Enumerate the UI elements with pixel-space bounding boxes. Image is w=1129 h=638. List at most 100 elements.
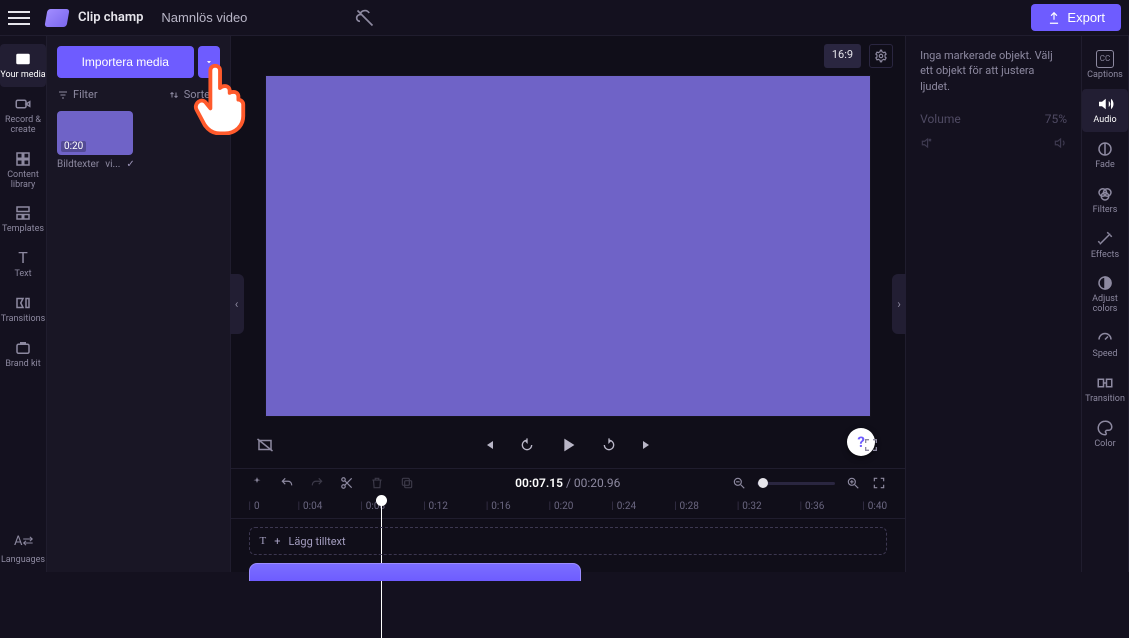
export-label: Export bbox=[1067, 10, 1105, 25]
undo-icon bbox=[280, 476, 294, 490]
import-media-button[interactable]: Importera media bbox=[57, 46, 194, 78]
zoom-out-icon bbox=[732, 476, 746, 490]
step-back-icon bbox=[519, 437, 535, 453]
templates-icon bbox=[14, 204, 32, 222]
filter-icon bbox=[57, 89, 69, 101]
video-clip[interactable] bbox=[249, 563, 581, 581]
skip-start-icon bbox=[481, 437, 497, 453]
zoom-out-button[interactable] bbox=[731, 475, 747, 491]
nav-audio[interactable]: Audio bbox=[1082, 89, 1128, 132]
nav-label: Color bbox=[1094, 440, 1115, 450]
thumbnail-name: Bildtexter bbox=[57, 159, 99, 170]
nav-text[interactable]: T Text bbox=[0, 243, 46, 286]
nav-filters[interactable]: Filters bbox=[1082, 179, 1128, 222]
nav-label: Audio bbox=[1093, 116, 1116, 126]
filter-label: Filter bbox=[73, 88, 98, 101]
split-button[interactable] bbox=[339, 475, 355, 491]
ruler-tick: 0 bbox=[249, 501, 260, 512]
nav-languages[interactable]: A⇄ Languages bbox=[0, 529, 46, 572]
project-title-input[interactable] bbox=[153, 6, 345, 29]
media-thumbnail[interactable]: 0:20 Bildtexter vi... ✓ bbox=[57, 111, 133, 170]
step-fwd-icon bbox=[601, 437, 617, 453]
brand-name: Clip champ bbox=[78, 10, 143, 25]
menu-button[interactable] bbox=[8, 7, 30, 29]
play-icon bbox=[557, 434, 579, 456]
duplicate-button[interactable] bbox=[399, 475, 415, 491]
duration: 00:20.96 bbox=[574, 476, 621, 490]
step-back-button[interactable] bbox=[517, 435, 537, 455]
ruler-tick: 0:28 bbox=[674, 501, 699, 512]
sort-label: Sortera bbox=[184, 88, 220, 101]
nav-label: Templates bbox=[2, 225, 44, 235]
fullscreen-icon bbox=[863, 437, 879, 453]
nav-record-create[interactable]: Record & create bbox=[0, 89, 46, 142]
volume-label: Volume bbox=[920, 112, 961, 126]
nav-label: Record & create bbox=[0, 116, 46, 136]
nav-adjust-colors[interactable]: Adjust colors bbox=[1082, 268, 1128, 321]
zoom-in-button[interactable] bbox=[845, 475, 861, 491]
skip-end-icon bbox=[639, 437, 655, 453]
nav-your-media[interactable]: Your media bbox=[0, 44, 46, 87]
preview-canvas[interactable] bbox=[266, 76, 870, 416]
media-panel: Importera media Filter Sortera 0:20 Bild… bbox=[47, 36, 231, 572]
filters-icon bbox=[1096, 185, 1114, 203]
fullscreen-button[interactable] bbox=[861, 435, 881, 455]
step-forward-button[interactable] bbox=[599, 435, 619, 455]
nav-label: Your media bbox=[0, 71, 45, 81]
ruler-tick: 0:20 bbox=[549, 501, 574, 512]
delete-button[interactable] bbox=[369, 475, 385, 491]
filter-button[interactable]: Filter bbox=[57, 88, 98, 101]
nav-label: Captions bbox=[1087, 71, 1123, 81]
skip-start-button[interactable] bbox=[479, 435, 499, 455]
safezone-icon bbox=[256, 436, 274, 454]
nav-transitions[interactable]: Transitions bbox=[0, 288, 46, 331]
transition-icon bbox=[14, 294, 32, 312]
nav-templates[interactable]: Templates bbox=[0, 198, 46, 241]
zoom-slider[interactable] bbox=[757, 482, 835, 485]
nav-brand-kit[interactable]: Brand kit bbox=[0, 333, 46, 376]
nav-label: Transitions bbox=[1, 315, 46, 325]
aspect-ratio-selector[interactable]: 16:9 bbox=[824, 44, 861, 68]
collapse-right-panel[interactable]: › bbox=[892, 274, 906, 334]
sort-button[interactable]: Sortera bbox=[168, 88, 220, 101]
timecode: 00:07.15 / 00:20.96 bbox=[515, 476, 620, 490]
fade-icon bbox=[1096, 140, 1114, 158]
nav-transition[interactable]: Transition bbox=[1082, 368, 1128, 411]
import-dropdown-button[interactable] bbox=[198, 46, 220, 78]
zoom-fit-button[interactable] bbox=[871, 475, 887, 491]
nav-captions[interactable]: CC Captions bbox=[1082, 44, 1128, 87]
add-text-track[interactable]: T + Lägg tilltext bbox=[249, 527, 888, 555]
nav-label: Adjust colors bbox=[1082, 295, 1128, 315]
nav-label: Text bbox=[14, 270, 31, 280]
nav-content-library[interactable]: Content library bbox=[0, 144, 46, 197]
ruler-tick: 0:32 bbox=[737, 501, 762, 512]
export-button[interactable]: Export bbox=[1031, 4, 1121, 31]
thumbnail-duration: 0:20 bbox=[61, 141, 86, 152]
nav-label: Fade bbox=[1095, 161, 1115, 171]
ruler-tick: 0:24 bbox=[611, 501, 636, 512]
upload-icon bbox=[1047, 11, 1061, 25]
app-logo bbox=[44, 9, 69, 27]
safezone-toggle[interactable] bbox=[255, 435, 275, 455]
palette-icon bbox=[1096, 419, 1114, 437]
effects-icon bbox=[1096, 230, 1114, 248]
nav-speed[interactable]: Speed bbox=[1082, 323, 1128, 366]
skip-end-button[interactable] bbox=[637, 435, 657, 455]
nav-label: Brand kit bbox=[5, 360, 40, 370]
nav-effects[interactable]: Effects bbox=[1082, 224, 1128, 267]
nav-color[interactable]: Color bbox=[1082, 413, 1128, 456]
redo-button[interactable] bbox=[309, 475, 325, 491]
undo-button[interactable] bbox=[279, 475, 295, 491]
nav-fade[interactable]: Fade bbox=[1082, 134, 1128, 177]
check-icon: ✓ bbox=[126, 159, 134, 170]
left-nav: Your media Record & create Content libra… bbox=[0, 36, 47, 572]
camera-icon bbox=[14, 95, 32, 113]
timeline-ruler[interactable]: 0 0:04 0:08 0:12 0:16 0:20 0:24 0:28 0:3… bbox=[231, 497, 906, 519]
preview-settings-button[interactable] bbox=[869, 44, 893, 68]
collapse-left-panel[interactable]: ‹ bbox=[230, 274, 244, 334]
auto-tools-button[interactable] bbox=[249, 475, 265, 491]
audio-icon bbox=[1096, 95, 1114, 113]
play-button[interactable] bbox=[555, 432, 581, 458]
scissors-icon bbox=[340, 476, 354, 490]
speed-icon bbox=[1096, 329, 1114, 347]
